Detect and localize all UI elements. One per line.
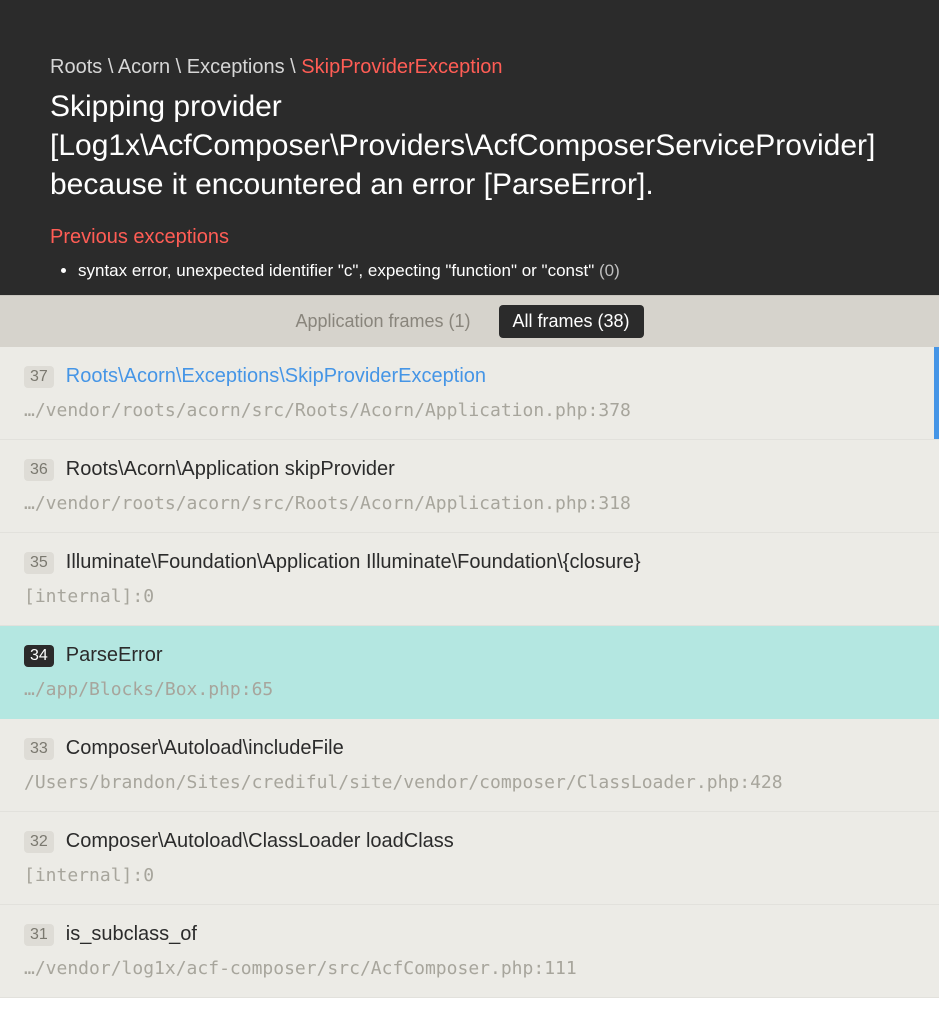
frame-file: …/vendor/log1x/acf-composer/src/AcfCompo… bbox=[24, 958, 533, 979]
namespace-sep: \ bbox=[108, 56, 118, 78]
frame-number-badge: 36 bbox=[24, 459, 54, 481]
frame-header: 31 is_subclass_of bbox=[24, 923, 915, 946]
frame-line-number: 111 bbox=[544, 958, 577, 979]
frame-colon: : bbox=[588, 400, 599, 421]
frame-line-number: 318 bbox=[598, 493, 631, 514]
stack-frame[interactable]: 33 Composer\Autoload\includeFile/Users/br… bbox=[0, 719, 939, 812]
stack-frame[interactable]: 37 Roots\Acorn\Exceptions\SkipProviderExc… bbox=[0, 347, 939, 440]
frame-number-badge: 34 bbox=[24, 645, 54, 667]
frame-colon: : bbox=[132, 586, 143, 607]
frame-file: [internal] bbox=[24, 586, 132, 607]
frame-header: 35 Illuminate\Foundation\Application Illu… bbox=[24, 551, 915, 574]
frame-header: 33 Composer\Autoload\includeFile bbox=[24, 737, 915, 760]
frame-label: Illuminate\Foundation\Application Illumi… bbox=[66, 551, 641, 574]
frame-line-number: 0 bbox=[143, 865, 154, 886]
frame-label: Composer\Autoload\ClassLoader loadClass bbox=[66, 830, 454, 853]
frame-header: 34 ParseError bbox=[24, 644, 915, 667]
error-header: Roots \ Acorn \ Exceptions \ SkipProvide… bbox=[0, 0, 939, 295]
frame-colon: : bbox=[588, 493, 599, 514]
frame-path: …/vendor/roots/acorn/src/Roots/Acorn/App… bbox=[24, 400, 915, 421]
frame-line-number: 65 bbox=[252, 679, 274, 700]
namespace-part: Exceptions bbox=[187, 56, 285, 78]
frame-number-badge: 31 bbox=[24, 924, 54, 946]
frame-path: …/vendor/log1x/acf-composer/src/AcfCompo… bbox=[24, 958, 915, 979]
frame-file: /Users/brandon/Sites/crediful/site/vendo… bbox=[24, 772, 739, 793]
namespace-sep: \ bbox=[176, 56, 187, 78]
frame-path: /Users/brandon/Sites/crediful/site/vendo… bbox=[24, 772, 915, 793]
error-message: Skipping provider [Log1x\AcfComposer\Pro… bbox=[50, 87, 889, 204]
frame-colon: : bbox=[241, 679, 252, 700]
exception-class: SkipProviderException bbox=[301, 56, 502, 78]
frame-label: Roots\Acorn\Application skipProvider bbox=[66, 458, 395, 481]
frame-file: …/vendor/roots/acorn/src/Roots/Acorn/App… bbox=[24, 493, 588, 514]
frame-file: …/app/Blocks/Box.php bbox=[24, 679, 241, 700]
frame-path: …/app/Blocks/Box.php:65 bbox=[24, 679, 915, 700]
namespace-sep: \ bbox=[290, 56, 301, 78]
frame-header: 37 Roots\Acorn\Exceptions\SkipProviderExc… bbox=[24, 365, 915, 388]
stack-frame[interactable]: 34 ParseError …/app/Blocks/Box.php:65 bbox=[0, 626, 939, 719]
frame-tabs: Application frames (1) All frames (38) bbox=[0, 295, 939, 347]
frame-line-number: 428 bbox=[750, 772, 783, 793]
frame-header: 32 Composer\Autoload\ClassLoader loadClas… bbox=[24, 830, 915, 853]
frame-number-badge: 35 bbox=[24, 552, 54, 574]
frame-label: ParseError bbox=[66, 644, 163, 667]
stack-frame[interactable]: 35 Illuminate\Foundation\Application Illu… bbox=[0, 533, 939, 626]
frame-file: [internal] bbox=[24, 865, 132, 886]
stack-frame[interactable]: 32 Composer\Autoload\ClassLoader loadClas… bbox=[0, 812, 939, 905]
frame-path: [internal]:0 bbox=[24, 586, 915, 607]
frame-number-badge: 32 bbox=[24, 831, 54, 853]
frame-label: is_subclass_of bbox=[66, 923, 197, 946]
previous-exception-text: syntax error, unexpected identifier "c",… bbox=[78, 261, 594, 280]
tab-all-frames[interactable]: All frames (38) bbox=[499, 305, 644, 338]
namespace-part: Roots bbox=[50, 56, 102, 78]
frame-number-badge: 37 bbox=[24, 366, 54, 388]
frame-number-badge: 33 bbox=[24, 738, 54, 760]
frame-header: 36 Roots\Acorn\Application skipProvider bbox=[24, 458, 915, 481]
frame-colon: : bbox=[132, 865, 143, 886]
frame-file: …/vendor/roots/acorn/src/Roots/Acorn/App… bbox=[24, 400, 588, 421]
previous-exceptions-list: syntax error, unexpected identifier "c",… bbox=[50, 261, 889, 281]
frame-path: [internal]:0 bbox=[24, 865, 915, 886]
stack-frame[interactable]: 31 is_subclass_of …/vendor/log1x/acf-compo… bbox=[0, 905, 939, 998]
previous-exception-code: (0) bbox=[599, 261, 620, 280]
tab-application-frames[interactable]: Application frames (1) bbox=[295, 311, 470, 332]
frame-path: …/vendor/roots/acorn/src/Roots/Acorn/App… bbox=[24, 493, 915, 514]
frame-label: Composer\Autoload\includeFile bbox=[66, 737, 344, 760]
namespace-part: Acorn bbox=[118, 56, 170, 78]
frame-colon: : bbox=[533, 958, 544, 979]
stack-frame[interactable]: 36 Roots\Acorn\Application skipProvider …/… bbox=[0, 440, 939, 533]
frame-label: Roots\Acorn\Exceptions\SkipProviderExcep… bbox=[66, 365, 486, 388]
previous-exception-item[interactable]: syntax error, unexpected identifier "c",… bbox=[78, 261, 889, 281]
exception-namespace: Roots \ Acorn \ Exceptions \ SkipProvide… bbox=[50, 56, 889, 79]
frame-colon: : bbox=[739, 772, 750, 793]
stack-frames: 37 Roots\Acorn\Exceptions\SkipProviderExc… bbox=[0, 347, 939, 998]
frame-line-number: 378 bbox=[598, 400, 631, 421]
frame-line-number: 0 bbox=[143, 586, 154, 607]
previous-exceptions-label[interactable]: Previous exceptions bbox=[50, 226, 889, 249]
